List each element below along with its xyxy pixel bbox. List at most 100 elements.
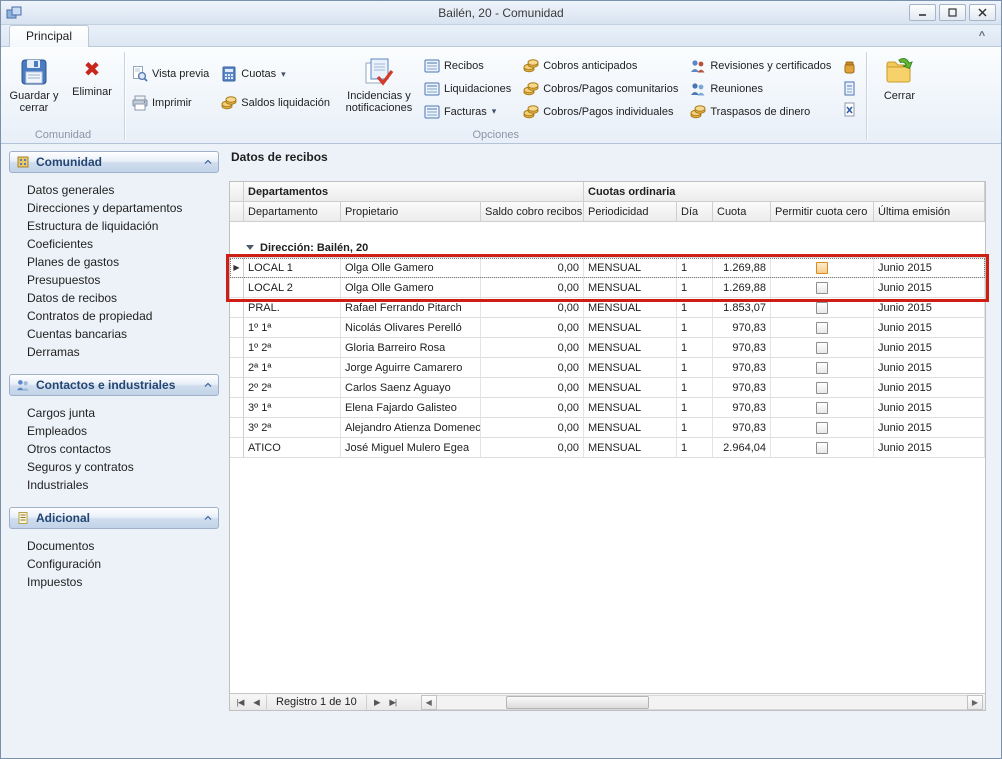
- misc-tool-button-1[interactable]: [839, 59, 859, 77]
- column-header[interactable]: Departamento: [244, 202, 341, 222]
- permitir-cuota-cero-checkbox[interactable]: [816, 422, 828, 434]
- permitir-cuota-cero-checkbox[interactable]: [816, 362, 828, 374]
- scroll-left-button[interactable]: ◀: [421, 695, 437, 710]
- ribbon-collapse-button[interactable]: ^: [971, 28, 993, 44]
- column-header[interactable]: Última emisión: [874, 202, 985, 222]
- save-icon: [19, 57, 49, 87]
- cell-saldo: 0,00: [481, 298, 584, 318]
- sidebar-item[interactable]: Datos de recibos: [9, 289, 219, 307]
- list-icon: [424, 58, 440, 74]
- nav-prev-button[interactable]: ◀: [248, 695, 264, 710]
- revisiones-button[interactable]: Revisiones y certificados: [686, 56, 835, 76]
- column-header[interactable]: Día: [677, 202, 713, 222]
- chevron-up-icon: [204, 382, 212, 388]
- band-departamentos[interactable]: Departamentos: [244, 182, 584, 202]
- sidebar-item[interactable]: Contratos de propiedad: [9, 307, 219, 325]
- guardar-y-cerrar-button[interactable]: Guardar y cerrar: [5, 53, 63, 125]
- indicator-band-header: [230, 182, 244, 202]
- incidencias-button[interactable]: Incidencias y notificaciones: [338, 53, 420, 125]
- cobros-pagos-individuales-button[interactable]: Cobros/Pagos individuales: [519, 102, 682, 122]
- ribbon-group-comunidad: Guardar y cerrar ✖ Eliminar Comunidad: [5, 49, 121, 143]
- scrollbar-track[interactable]: [437, 695, 967, 710]
- permitir-cuota-cero-checkbox[interactable]: [816, 322, 828, 334]
- table-row[interactable]: PRAL.Rafael Ferrando Pitarch0,00MENSUAL1…: [230, 298, 985, 318]
- permitir-cuota-cero-checkbox[interactable]: [816, 262, 828, 274]
- eliminar-button[interactable]: ✖ Eliminar: [63, 53, 121, 125]
- sidebar-item[interactable]: Estructura de liquidación: [9, 217, 219, 235]
- recibos-button[interactable]: Recibos: [420, 56, 515, 76]
- sidebar-item[interactable]: Impuestos: [9, 573, 219, 591]
- table-row[interactable]: 3º 2ªAlejandro Atienza Domenech0,00MENSU…: [230, 418, 985, 438]
- cobros-pagos-comunitarios-button[interactable]: Cobros/Pagos comunitarios: [519, 79, 682, 99]
- cobros-anticipados-button[interactable]: Cobros anticipados: [519, 56, 682, 76]
- table-row[interactable]: ▶LOCAL 1Olga Olle Gamero0,00MENSUAL11.26…: [230, 258, 985, 278]
- sidebar-item[interactable]: Coeficientes: [9, 235, 219, 253]
- sidebar-item[interactable]: Otros contactos: [9, 440, 219, 458]
- sidebar-header-comunidad[interactable]: Comunidad: [9, 151, 219, 173]
- row-indicator: [230, 338, 244, 358]
- saldos-liquidacion-button[interactable]: Saldos liquidación: [217, 93, 334, 113]
- minimize-button[interactable]: [909, 4, 936, 21]
- nav-first-button[interactable]: |◀: [232, 695, 248, 710]
- nav-next-button[interactable]: ▶: [369, 695, 385, 710]
- list-icon: [424, 81, 440, 97]
- sidebar-item[interactable]: Datos generales: [9, 181, 219, 199]
- table-row[interactable]: 1º 2ªGloria Barreiro Rosa0,00MENSUAL1970…: [230, 338, 985, 358]
- sidebar-item[interactable]: Derramas: [9, 343, 219, 361]
- close-button[interactable]: [969, 4, 996, 21]
- column-header[interactable]: Cuota: [713, 202, 771, 222]
- horizontal-scrollbar[interactable]: ◀ ▶: [421, 695, 983, 710]
- table-row[interactable]: ATICOJosé Miguel Mulero Egea0,00MENSUAL1…: [230, 438, 985, 458]
- imprimir-button[interactable]: Imprimir: [128, 93, 213, 113]
- misc-tool-button-2[interactable]: [839, 80, 859, 98]
- group-row[interactable]: Dirección: Bailén, 20: [230, 238, 985, 258]
- table-row[interactable]: LOCAL 2Olga Olle Gamero0,00MENSUAL11.269…: [230, 278, 985, 298]
- column-header[interactable]: Propietario: [341, 202, 481, 222]
- cell-permitir-cuota-cero: [771, 378, 874, 398]
- permitir-cuota-cero-checkbox[interactable]: [816, 282, 828, 294]
- sidebar-item[interactable]: Industriales: [9, 476, 219, 494]
- cell-ultima-emision: Junio 2015: [874, 278, 985, 298]
- tab-principal[interactable]: Principal: [9, 25, 89, 47]
- permitir-cuota-cero-checkbox[interactable]: [816, 342, 828, 354]
- sidebar-item[interactable]: Direcciones y departamentos: [9, 199, 219, 217]
- sidebar-item[interactable]: Cargos junta: [9, 404, 219, 422]
- sidebar-header-contactos[interactable]: Contactos e industriales: [9, 374, 219, 396]
- traspasos-button[interactable]: Traspasos de dinero: [686, 102, 835, 122]
- liquidaciones-button[interactable]: Liquidaciones: [420, 79, 515, 99]
- sidebar-item[interactable]: Configuración: [9, 555, 219, 573]
- sidebar-item[interactable]: Presupuestos: [9, 271, 219, 289]
- sidebar-item[interactable]: Planes de gastos: [9, 253, 219, 271]
- sidebar-item[interactable]: Cuentas bancarias: [9, 325, 219, 343]
- band-cuotas-ordinaria[interactable]: Cuotas ordinaria: [584, 182, 985, 202]
- table-row[interactable]: 2ª 1ªJorge Aguirre Camarero0,00MENSUAL19…: [230, 358, 985, 378]
- table-row[interactable]: 1º 1ªNicolás Olivares Perelló0,00MENSUAL…: [230, 318, 985, 338]
- column-header[interactable]: Permitir cuota cero: [771, 202, 874, 222]
- table-row[interactable]: 2º 2ªCarlos Saenz Aguayo0,00MENSUAL1970,…: [230, 378, 985, 398]
- sidebar-header-adicional[interactable]: Adicional: [9, 507, 219, 529]
- nav-last-button[interactable]: ▶|: [385, 695, 401, 710]
- permitir-cuota-cero-checkbox[interactable]: [816, 382, 828, 394]
- permitir-cuota-cero-checkbox[interactable]: [816, 442, 828, 454]
- cuotas-button[interactable]: Cuotas ▾: [217, 64, 334, 84]
- permitir-cuota-cero-checkbox[interactable]: [816, 402, 828, 414]
- sidebar-item[interactable]: Empleados: [9, 422, 219, 440]
- scroll-right-button[interactable]: ▶: [967, 695, 983, 710]
- table-row[interactable]: 3º 1ªElena Fajardo Galisteo0,00MENSUAL19…: [230, 398, 985, 418]
- column-header[interactable]: Periodicidad: [584, 202, 677, 222]
- maximize-button[interactable]: [939, 4, 966, 21]
- cell-cuota: 970,83: [713, 378, 771, 398]
- misc-tool-button-3[interactable]: [839, 101, 859, 119]
- cell-propietario: Gloria Barreiro Rosa: [341, 338, 481, 358]
- sidebar-item[interactable]: Documentos: [9, 537, 219, 555]
- facturas-button[interactable]: Facturas ▾: [420, 102, 515, 122]
- scrollbar-thumb[interactable]: [506, 696, 649, 709]
- permitir-cuota-cero-checkbox[interactable]: [816, 302, 828, 314]
- group-expand-icon[interactable]: [246, 245, 254, 250]
- vista-previa-button[interactable]: Vista previa: [128, 64, 213, 84]
- reuniones-button[interactable]: Reuniones: [686, 79, 835, 99]
- sidebar-item[interactable]: Seguros y contratos: [9, 458, 219, 476]
- cerrar-button[interactable]: Cerrar: [870, 53, 928, 125]
- cell-dia: 1: [677, 398, 713, 418]
- column-header[interactable]: Saldo cobro recibos: [481, 202, 584, 222]
